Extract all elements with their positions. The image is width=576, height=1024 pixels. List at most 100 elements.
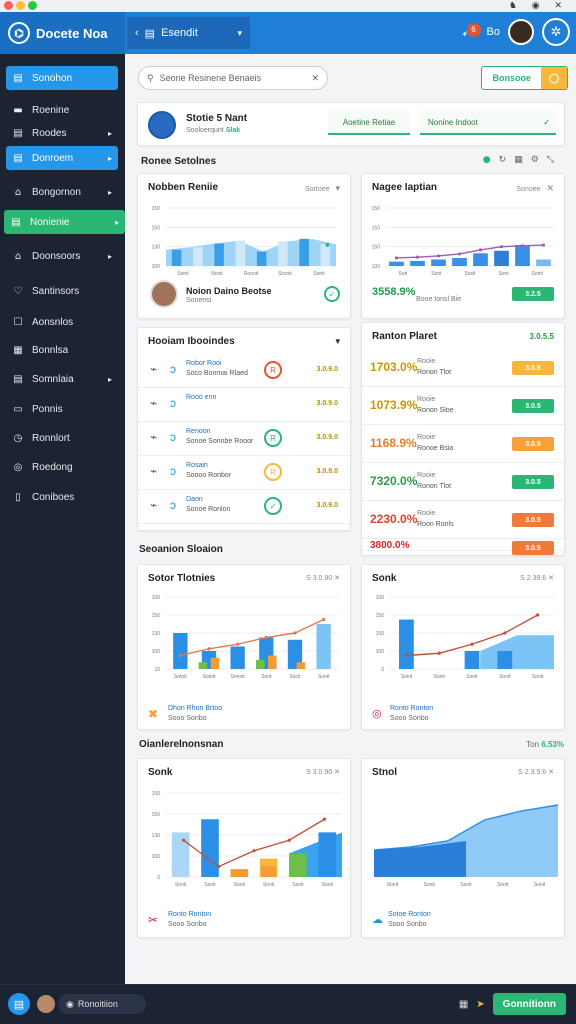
- header-actions: ➶ 6 Bo ✲: [461, 18, 570, 46]
- sidebar-item-icon: ▤: [13, 72, 23, 84]
- sidebar-item-label: Doonsoors: [32, 250, 81, 262]
- item-sub: Soco Bonmai Rlaed: [186, 370, 248, 377]
- profile-avatar[interactable]: [148, 111, 176, 139]
- rocket-icon[interactable]: ➶ 6: [461, 22, 481, 39]
- sidebar-item-6[interactable]: ⌂ Doonsoors ▸: [6, 244, 118, 268]
- section-2-title: Seoanion Sloaion: [139, 544, 223, 555]
- panel-sotor-value[interactable]: S 3.0.90 ✕: [306, 574, 340, 582]
- panel-sonk-2-value[interactable]: S 3.0.90 ✕: [306, 768, 340, 776]
- list-item[interactable]: ⌁ ↄ Renoon Sonoe Sonnbe Rooor R 3.0.9.0: [138, 422, 350, 456]
- user-avatar[interactable]: [508, 19, 534, 45]
- bar: [201, 819, 219, 877]
- sidebar-item-label: Santinsors: [32, 285, 80, 297]
- chart-sonk: 100 150 150 100 0 Sonit Sonit Sonit Sonit Sonit: [376, 595, 554, 680]
- person-avatar[interactable]: [150, 280, 178, 308]
- refresh-icon[interactable]: ↻: [499, 155, 515, 165]
- panel-stnol-value[interactable]: S 2.3.5.6 ✕: [518, 768, 554, 776]
- data-point: [287, 838, 291, 842]
- footer-sub: Sooo Sonbo: [168, 921, 207, 928]
- x-tick-label: Sonit: [401, 674, 413, 680]
- y-tick-label: 150: [376, 613, 385, 619]
- status-pill[interactable]: ◉ Ronoitiion: [58, 994, 146, 1014]
- y-tick-label: 150: [152, 791, 161, 797]
- search-input[interactable]: Seone Resinene Benaeis: [160, 73, 262, 83]
- bar: [316, 624, 331, 669]
- list-item[interactable]: 3800.0% 3.0.5: [362, 539, 564, 555]
- chevron-down-icon[interactable]: ▾: [335, 336, 340, 347]
- sidebar-item-5[interactable]: ▤ Nonienie ▸: [4, 210, 125, 234]
- list-item[interactable]: 1703.0% Rooie Ronon Tlot 3.0.5: [362, 349, 564, 387]
- back-icon[interactable]: ‹: [135, 27, 139, 39]
- network-icon[interactable]: ✲: [542, 18, 570, 46]
- panel-ranton-title: Ranton Plaret: [372, 331, 438, 342]
- status-dot-icon[interactable]: ●: [483, 155, 499, 165]
- x-tick-label: Sonit: [177, 271, 189, 277]
- sidebar-item-8[interactable]: ☐ Aonsnlos: [6, 310, 118, 334]
- list-item[interactable]: 2230.0% Rooie Roon Ronls 3.0.5: [362, 501, 564, 539]
- grid-icon[interactable]: ▦: [514, 155, 531, 165]
- calendar-icon[interactable]: ▤: [8, 993, 30, 1015]
- bottom-action-button[interactable]: Gonnitionn: [492, 993, 566, 1015]
- sidebar-item-12[interactable]: ◷ Ronnlort: [6, 426, 118, 450]
- search-box[interactable]: ⚲ Seone Resinene Benaeis ✕: [138, 66, 328, 90]
- top-action-button[interactable]: Bonsooe ◯: [481, 66, 568, 90]
- bar: [261, 866, 276, 877]
- grid-icon[interactable]: ▦: [459, 999, 468, 1010]
- brand[interactable]: ⌬ Docete Noa: [0, 12, 125, 54]
- y-tick-label: 150: [372, 206, 381, 212]
- workspace-selector[interactable]: ‹ ▤ Esendit ▾: [127, 17, 250, 49]
- sidebar-item-7[interactable]: ♡ Santinsors: [6, 279, 118, 303]
- footer-sub: Sooo Sonbo: [388, 921, 427, 928]
- sidebar-item-9[interactable]: ▦ Bonnlsa: [6, 338, 118, 362]
- list-item[interactable]: ⌁ ↄ Rosain Soooo Ronbor R 3.0.9.0: [138, 456, 350, 490]
- minimize-window-dot[interactable]: [16, 1, 25, 10]
- settings-icon[interactable]: ⚙: [531, 155, 547, 165]
- status-box-2[interactable]: Nonine Indoot ✓: [420, 111, 556, 135]
- expand-icon[interactable]: ⤡: [547, 155, 562, 165]
- verified-icon[interactable]: ✓: [324, 286, 340, 302]
- list-item[interactable]: ⌁ ↄ Daon Sonoe Ronlon ✓ 3.0.9.0: [138, 490, 350, 524]
- item-value: 3.0.9.0: [316, 400, 338, 407]
- sidebar-item-0[interactable]: ▤ Sonohon: [6, 66, 118, 90]
- y-tick-label: 130: [152, 245, 161, 251]
- sidebar-item-label: Ponnis: [32, 403, 63, 415]
- section-tools-icons: ●↻▦⚙⤡: [483, 155, 562, 165]
- bar: [235, 240, 246, 266]
- list-item[interactable]: ⌁ ↄ Rooo enn 3.0.9.0: [138, 388, 350, 422]
- y-tick-label: 100: [152, 264, 161, 270]
- panel-sonk-value[interactable]: S 2.39.6 ✕: [520, 574, 554, 582]
- sidebar-item-13[interactable]: ◎ Roedong: [6, 455, 118, 479]
- close-icon[interactable]: ✕: [546, 183, 554, 193]
- y-tick-label: 150: [376, 631, 385, 637]
- maximize-window-dot[interactable]: [28, 1, 37, 10]
- sidebar-item-3[interactable]: ▤ Donroem ▸: [6, 146, 118, 170]
- status-box-1[interactable]: Aoetine Retiae: [328, 111, 410, 135]
- sidebar-item-2[interactable]: ▤ Roodes ▸: [6, 121, 118, 145]
- sidebar-item-4[interactable]: ⌂ Bongornon ▸: [6, 180, 118, 204]
- toggle-icon[interactable]: ◯: [541, 67, 567, 89]
- list-item[interactable]: ⌁ ↄ Robor Rooi Soco Bonmai Rlaed R 3.0.9.0: [138, 354, 350, 388]
- data-point: [437, 651, 441, 655]
- chevron-down-icon: ▾: [335, 183, 340, 193]
- panel-impact-range[interactable]: Sonoee ✕: [516, 183, 554, 194]
- list-item[interactable]: 7320.0% Rooie Ronon Tlot 3.0.5: [362, 463, 564, 501]
- person-name: Noion Daino Beotse: [186, 286, 272, 296]
- close-window-dot[interactable]: [4, 1, 13, 10]
- lightning-icon[interactable]: ➤: [476, 999, 484, 1010]
- sidebar-item-14[interactable]: ▯ Coniboes: [6, 485, 118, 509]
- panel-traffic-range[interactable]: Sortoee ▾: [305, 183, 340, 194]
- item-sub: Soooo Ronbor: [186, 472, 232, 479]
- bottom-avatar[interactable]: [37, 995, 55, 1013]
- sidebar-item-1[interactable]: ▬ Roenine: [6, 98, 118, 122]
- item-badge: 3.0.5: [512, 475, 554, 489]
- sidebar-item-10[interactable]: ▤ Somnlaia ▸: [6, 367, 118, 391]
- footer-title: Ronto Ronton: [168, 911, 212, 918]
- chart-sotor: 100 150 130 100 10 Sotoit Sotoit Sonoit Sorit Soc…: [152, 595, 338, 680]
- list-item[interactable]: 1073.9% Rooie Ronon Sloe 3.0.5: [362, 387, 564, 425]
- list-item[interactable]: 1168.9% Rooie Ronoe Bsia 3.0.5: [362, 425, 564, 463]
- header-label[interactable]: Bo: [487, 26, 500, 38]
- clear-icon[interactable]: ✕: [311, 73, 319, 84]
- item-title: Rooie: [417, 358, 436, 365]
- item-badge: 3.0.5: [512, 513, 554, 527]
- sidebar-item-11[interactable]: ▭ Ponnis: [6, 397, 118, 421]
